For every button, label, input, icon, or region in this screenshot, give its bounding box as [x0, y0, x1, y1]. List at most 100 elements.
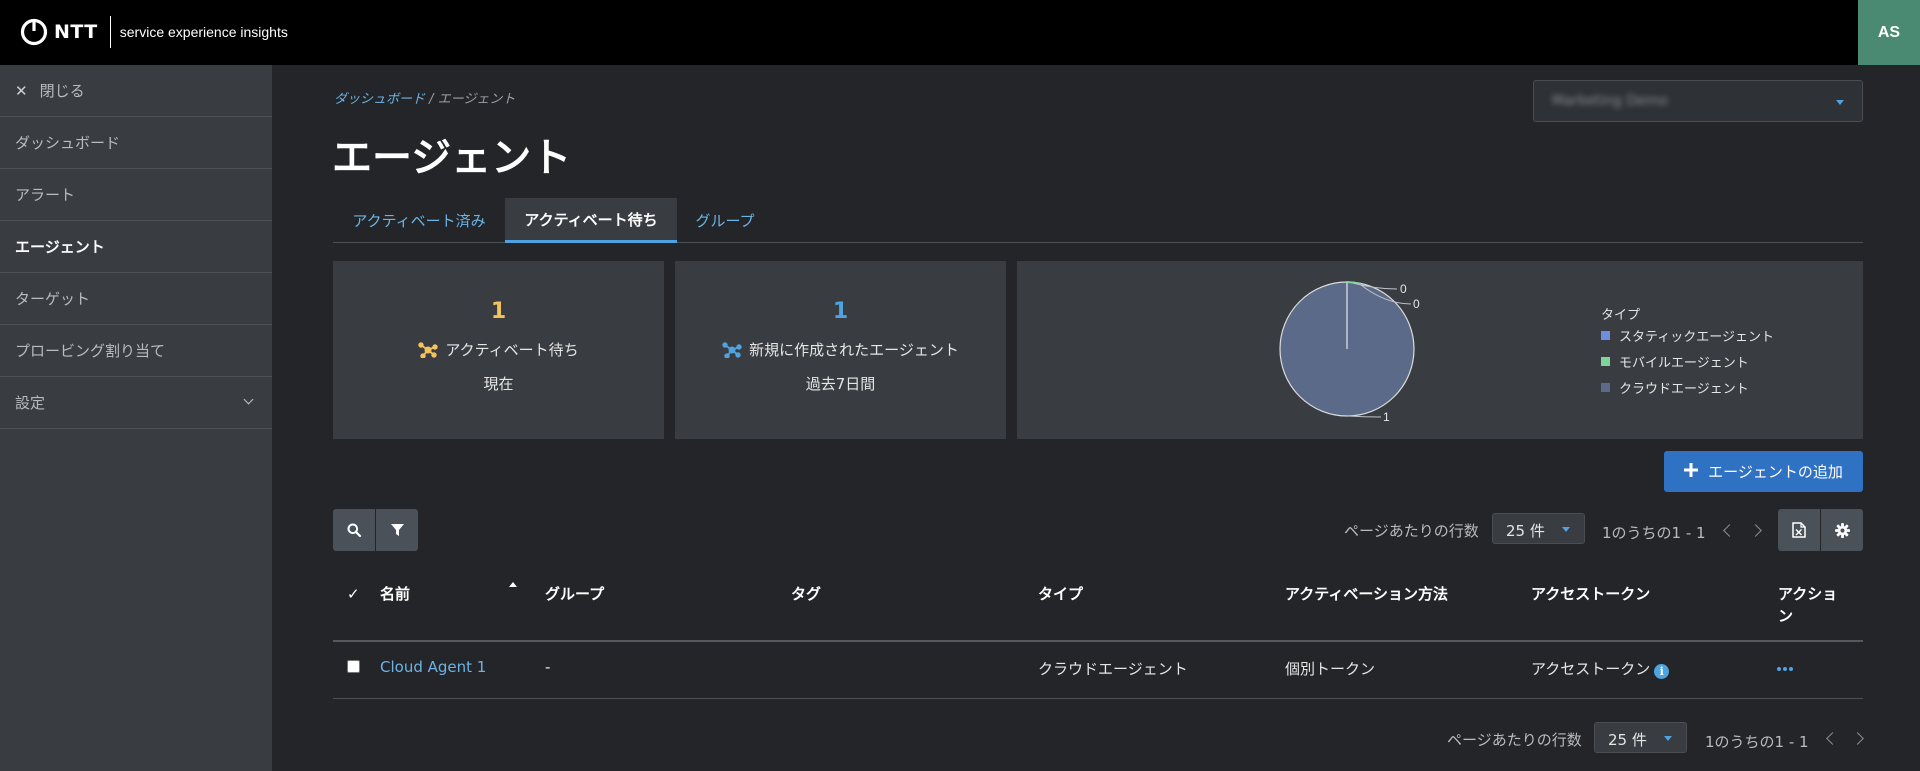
column-header-activation-method[interactable]: アクティベーション方法 — [1285, 583, 1448, 604]
legend-item-mobile[interactable]: モバイルエージェント — [1601, 352, 1749, 371]
breadcrumb-current: エージェント — [437, 92, 516, 107]
table-settings-button[interactable] — [1821, 509, 1863, 551]
more-icon[interactable] — [1777, 667, 1793, 671]
table-row-divider — [333, 698, 1863, 699]
export-button[interactable] — [1778, 509, 1820, 551]
legend-label: クラウドエージェント — [1619, 382, 1749, 397]
new-count: 1 — [832, 299, 849, 324]
table-header-divider — [333, 640, 1863, 642]
sidebar-item-label: 設定 — [15, 394, 46, 412]
agent-activation-method: 個別トークン — [1285, 660, 1376, 678]
legend-title: タイプ — [1601, 308, 1641, 323]
chevron-down-icon — [1664, 736, 1672, 741]
agent-type-pie-chart: 00 1 — [1279, 281, 1420, 424]
excel-export-icon — [1792, 522, 1806, 538]
chevron-left-icon[interactable] — [1826, 732, 1839, 745]
sidebar: ✕ 閉じる ダッシュボード アラート エージェント ターゲット プロービング割り… — [0, 65, 272, 771]
column-header-access-token[interactable]: アクセストークン — [1531, 583, 1650, 604]
pie-data-label: 0 — [1400, 282, 1407, 296]
rows-per-page-select-bottom[interactable]: 25 件 — [1594, 722, 1687, 753]
breadcrumb-separator: / — [429, 92, 434, 107]
environment-select-value: Marketing Demo — [1552, 93, 1668, 109]
page-title: エージェント — [332, 135, 572, 181]
sidebar-item-probing[interactable]: プロービング割り当て — [0, 325, 272, 377]
column-header-action-wrap: ン — [1778, 607, 1794, 625]
agent-name-link[interactable]: Cloud Agent 1 — [380, 658, 486, 676]
column-header-type[interactable]: タイプ — [1038, 583, 1083, 604]
logo-divider — [109, 16, 111, 48]
tab-pending[interactable]: アクティベート待ち — [505, 198, 677, 243]
info-icon[interactable]: i — [1654, 664, 1670, 679]
pending-sub: 現在 — [483, 375, 514, 393]
ntt-logo[interactable]: NTT service experience insights — [20, 16, 288, 48]
sidebar-item-alerts[interactable]: アラート — [0, 169, 272, 221]
pending-count: 1 — [490, 299, 507, 324]
agent-network-icon — [418, 341, 439, 358]
legend-item-static[interactable]: スタティックエージェント — [1601, 326, 1774, 345]
column-header-tag[interactable]: タグ — [791, 583, 821, 604]
pie-data-label: 0 — [1413, 297, 1420, 311]
legend-item-cloud[interactable]: クラウドエージェント — [1601, 378, 1749, 397]
tab-groups[interactable]: グループ — [677, 198, 773, 243]
search-button[interactable] — [333, 509, 375, 551]
chevron-down-icon — [1836, 100, 1844, 105]
agent-network-icon — [722, 341, 742, 358]
access-token-label: アクセストークン — [1531, 660, 1651, 678]
legend-label: スタティックエージェント — [1619, 330, 1774, 345]
check-icon[interactable]: ✓ — [347, 585, 360, 603]
pager-count-bottom: 1のうちの1 - 1 — [1705, 733, 1809, 751]
tab-activated[interactable]: アクティベート済み — [333, 198, 505, 243]
rows-per-page-select[interactable]: 25 件 — [1492, 513, 1585, 544]
new-label: 新規に作成されたエージェント — [749, 341, 959, 359]
ntt-logo-mark-icon — [20, 18, 48, 46]
pending-label: アクティベート待ち — [445, 341, 579, 359]
agent-access-token: アクセストークン i — [1531, 658, 1670, 679]
pager-count: 1のうちの1 - 1 — [1602, 524, 1706, 542]
rows-per-page-value: 25 件 — [1608, 731, 1647, 749]
sidebar-item-dashboard[interactable]: ダッシュボード — [0, 117, 272, 169]
chevron-left-icon[interactable] — [1723, 524, 1736, 537]
filter-icon — [390, 523, 404, 536]
environment-select[interactable]: Marketing Demo — [1533, 80, 1863, 122]
gear-icon — [1834, 522, 1850, 538]
sidebar-item-settings[interactable]: 設定 — [0, 377, 272, 429]
top-bar: NTT service experience insights AS — [0, 0, 1920, 65]
chevron-down-icon — [243, 394, 254, 405]
rows-per-page-value: 25 件 — [1506, 522, 1545, 540]
rows-per-page-label: ページあたりの行数 — [1344, 522, 1479, 540]
chevron-right-icon[interactable] — [1749, 524, 1762, 537]
sidebar-item-label: プロービング割り当て — [15, 342, 166, 360]
legend-swatch — [1601, 357, 1610, 366]
filter-button[interactable] — [376, 509, 418, 551]
rows-per-page-label-bottom: ページあたりの行数 — [1447, 731, 1582, 749]
add-agent-button[interactable]: エージェントの追加 — [1664, 451, 1863, 492]
close-icon: ✕ — [15, 81, 28, 100]
sidebar-item-label: ターゲット — [15, 290, 91, 308]
agent-tabs: アクティベート済み アクティベート待ち グループ — [333, 198, 1863, 243]
sidebar-close-label: 閉じる — [39, 82, 85, 100]
sidebar-item-agents[interactable]: エージェント — [0, 221, 272, 273]
column-header-action: アクショ — [1778, 585, 1838, 603]
legend-label: モバイルエージェント — [1619, 356, 1749, 371]
sidebar-item-label: アラート — [15, 186, 76, 204]
breadcrumb: ダッシュボード / エージェント — [334, 88, 515, 107]
pie-data-label: 1 — [1383, 410, 1390, 424]
sidebar-close[interactable]: ✕ 閉じる — [0, 65, 272, 117]
brand-name: NTT — [54, 21, 98, 43]
new-agents-card: 1 新規に作成されたエージェント 過去7日間 — [675, 261, 1006, 439]
user-avatar[interactable]: AS — [1858, 0, 1920, 65]
sidebar-item-targets[interactable]: ターゲット — [0, 273, 272, 325]
row-checkbox[interactable] — [347, 660, 360, 673]
legend-swatch — [1601, 383, 1610, 392]
agent-type-chart-card: 00 1 — [1017, 261, 1863, 439]
sort-asc-icon[interactable] — [509, 582, 517, 587]
column-header-name[interactable]: 名前 — [380, 583, 410, 604]
pending-activation-card: 1 アクティベート待ち 現在 — [333, 261, 664, 439]
plus-icon — [1684, 461, 1699, 482]
breadcrumb-dashboard-link[interactable]: ダッシュボード — [334, 92, 425, 107]
agent-group: - — [545, 658, 551, 676]
chevron-right-icon[interactable] — [1851, 732, 1864, 745]
legend-swatch — [1601, 331, 1610, 340]
new-label-row: 新規に作成されたエージェント — [675, 339, 1006, 360]
column-header-group[interactable]: グループ — [545, 583, 604, 604]
